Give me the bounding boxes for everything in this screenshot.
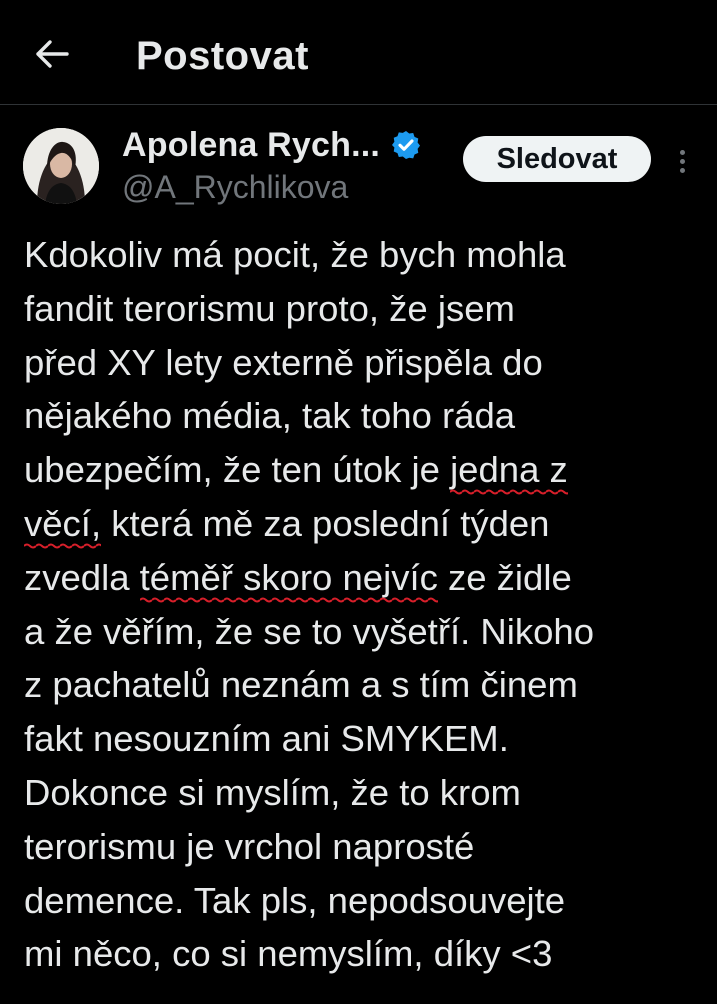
spellcheck-underlined-text: jedna z [450,449,568,491]
tweet-text-segment: ubezpečím, že ten útok je [24,449,451,491]
spellcheck-underlined-text: věcí, [24,502,102,544]
top-bar: Postovat [0,0,717,105]
profile-photo [23,128,99,204]
tweet-line: Kdokoliv má pocit, že bych mohla [24,234,566,275]
avatar[interactable] [23,128,99,204]
tweet-line: ubezpečím, že ten útok je jedna z [24,443,714,497]
more-vertical-icon [679,149,685,155]
tweet-line: nějakého média, tak toho ráda [24,395,516,437]
tweet-line: demence. Tak pls, nepodsouvejte [24,879,566,921]
author-handle[interactable]: @A_Rychlikova [122,165,348,209]
tweet-line: mi něco, co si nemyslím, díky <3 [24,933,553,975]
tweet-line: před XY lety externě přispěla do [24,341,543,383]
tweet-line: terorismu je vrchol naprosté [24,825,475,867]
tweet-author-row: Apolena Rych... @A_Rychlikova Sledovat [0,105,717,215]
follow-button[interactable]: Sledovat [463,136,651,182]
tweet-line: z pachatelů neznám a s tím činem [24,664,578,706]
verified-badge-icon [392,131,421,159]
tweet-line: fandit terorismu proto, že jsem [24,287,515,329]
page-title: Postovat [136,34,309,78]
spellcheck-underlined-text: téměř skoro nejvíc [139,556,438,598]
author-display-name[interactable]: Apolena Rych... [122,122,380,168]
tweet-line: Dokonce si myslím, že to krom [24,771,521,813]
tweet-line: fakt nesouzním ani SMYKEM. [24,718,509,760]
tweet-text-segment: ze židle [437,556,572,598]
tweet-text: Kdokoliv má pocit, že bych mohla fandit … [24,228,714,981]
more-options-button[interactable] [664,141,700,181]
tweet-text-segment: zvedla [24,556,140,598]
tweet-line: zvedla téměř skoro nejvíc ze židle [24,551,714,605]
author-name-block[interactable]: Apolena Rych... [122,122,422,168]
back-button[interactable] [28,30,76,78]
tweet-line: věcí, která mě za poslední týden [24,497,714,551]
tweet-line: a že věřím, že se to vyšetří. Nikoho [24,610,595,652]
tweet-text-segment: která mě za poslední týden [101,502,550,544]
arrow-left-icon [36,40,69,68]
